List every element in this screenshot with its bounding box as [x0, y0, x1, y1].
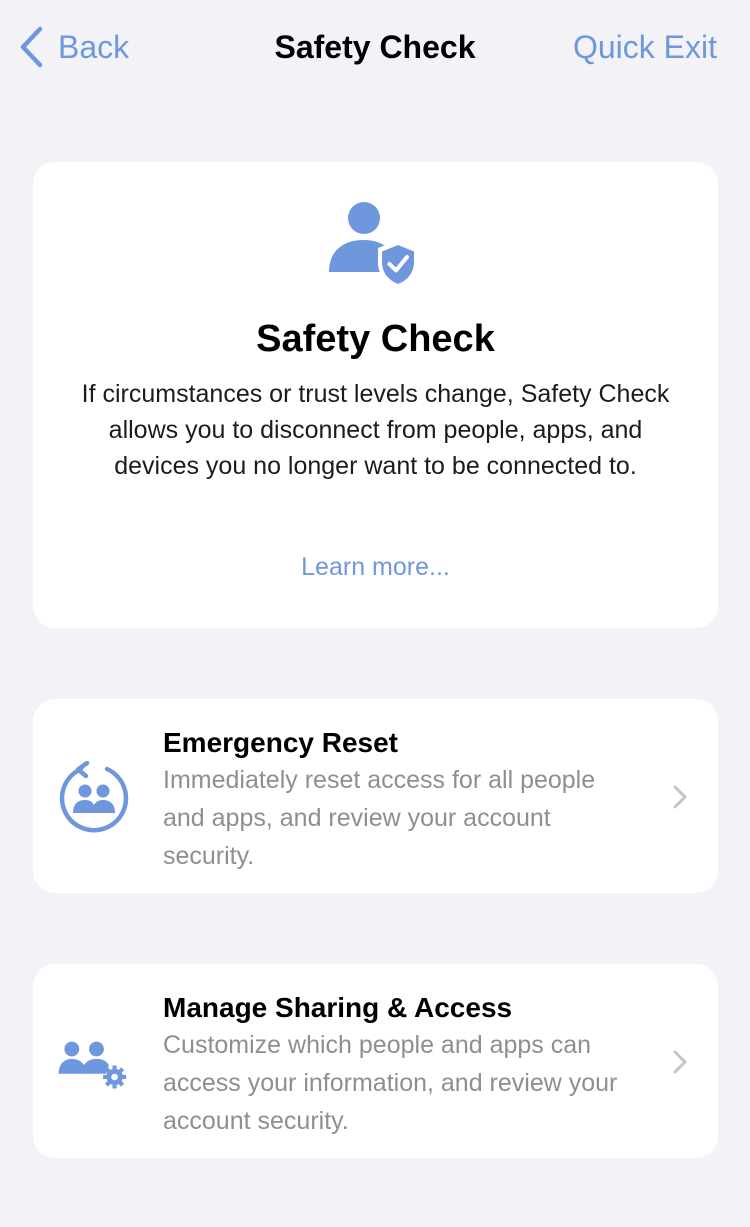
manage-sharing-title: Manage Sharing & Access — [163, 992, 513, 1023]
emergency-reset-title: Emergency Reset — [163, 727, 399, 758]
safety-check-intro-card: Safety Check If circumstances or trust l… — [33, 162, 718, 628]
emergency-reset-row[interactable]: Emergency Reset Immediately reset access… — [33, 699, 718, 893]
intro-description: If circumstances or trust levels change,… — [81, 380, 670, 480]
intro-title: Safety Check — [256, 318, 495, 360]
chevron-right-icon — [673, 1050, 687, 1074]
emergency-reset-description: Immediately reset access for all people … — [163, 766, 596, 870]
manage-sharing-row[interactable]: Manage Sharing & Access Customize which … — [33, 964, 718, 1158]
person-shield-check-icon — [328, 202, 418, 289]
quick-exit-button[interactable]: Quick Exit — [573, 29, 717, 66]
learn-more-link[interactable]: Learn more... — [33, 553, 718, 582]
chevron-right-icon — [673, 785, 687, 809]
emergency-reset-icon — [59, 761, 129, 833]
navigation-bar: Back Safety Check Quick Exit — [0, 0, 750, 98]
manage-sharing-icon — [58, 1041, 127, 1089]
manage-sharing-description: Customize which people and apps can acce… — [163, 1031, 618, 1135]
